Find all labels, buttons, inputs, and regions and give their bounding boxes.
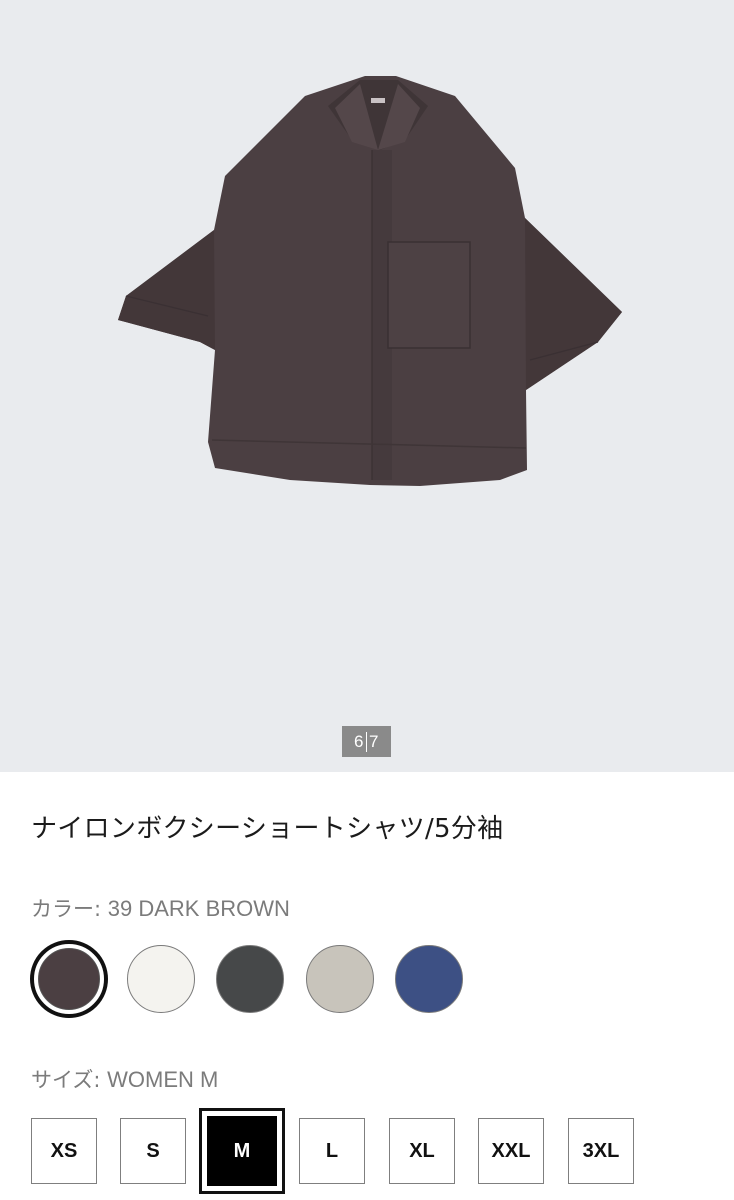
- size-option-xxl[interactable]: XXL: [478, 1118, 544, 1184]
- color-swatch-off-white[interactable]: [127, 945, 195, 1013]
- product-image: [118, 76, 622, 486]
- color-swatch-beige[interactable]: [306, 945, 374, 1013]
- size-selected-value: WOMEN M: [107, 1067, 219, 1092]
- size-option-l[interactable]: L: [299, 1118, 365, 1184]
- image-counter: 67: [342, 726, 391, 757]
- color-swatch-dark-brown-fill: [38, 948, 100, 1010]
- image-counter-divider: [366, 731, 367, 752]
- product-image-gallery[interactable]: 67: [0, 0, 734, 772]
- color-swatch-dark-brown[interactable]: [30, 940, 108, 1018]
- color-label-prefix: カラー:: [31, 897, 108, 921]
- size-option-xl[interactable]: XL: [389, 1118, 455, 1184]
- size-option-xs[interactable]: XS: [31, 1118, 97, 1184]
- color-swatch-dark-gray[interactable]: [216, 945, 284, 1013]
- image-counter-current: 6: [354, 731, 364, 751]
- size-option-m[interactable]: M: [199, 1108, 285, 1194]
- size-option-s[interactable]: S: [120, 1118, 186, 1184]
- color-selected-value: 39 DARK BROWN: [107, 896, 290, 921]
- size-option-3xl[interactable]: 3XL: [568, 1118, 634, 1184]
- size-label-prefix: サイズ:: [31, 1068, 108, 1092]
- size-option-m-label: M: [207, 1116, 277, 1186]
- size-option-list: XS S M L XL XXL 3XL: [0, 1108, 734, 1196]
- size-label: サイズ: WOMEN M: [31, 1064, 218, 1094]
- image-counter-total: 7: [369, 731, 379, 751]
- color-label: カラー: 39 DARK BROWN: [31, 893, 290, 923]
- color-swatch-blue[interactable]: [395, 945, 463, 1013]
- product-title: ナイロンボクシーショートシャツ/5分袖: [31, 814, 504, 844]
- color-swatch-list: [30, 940, 490, 1018]
